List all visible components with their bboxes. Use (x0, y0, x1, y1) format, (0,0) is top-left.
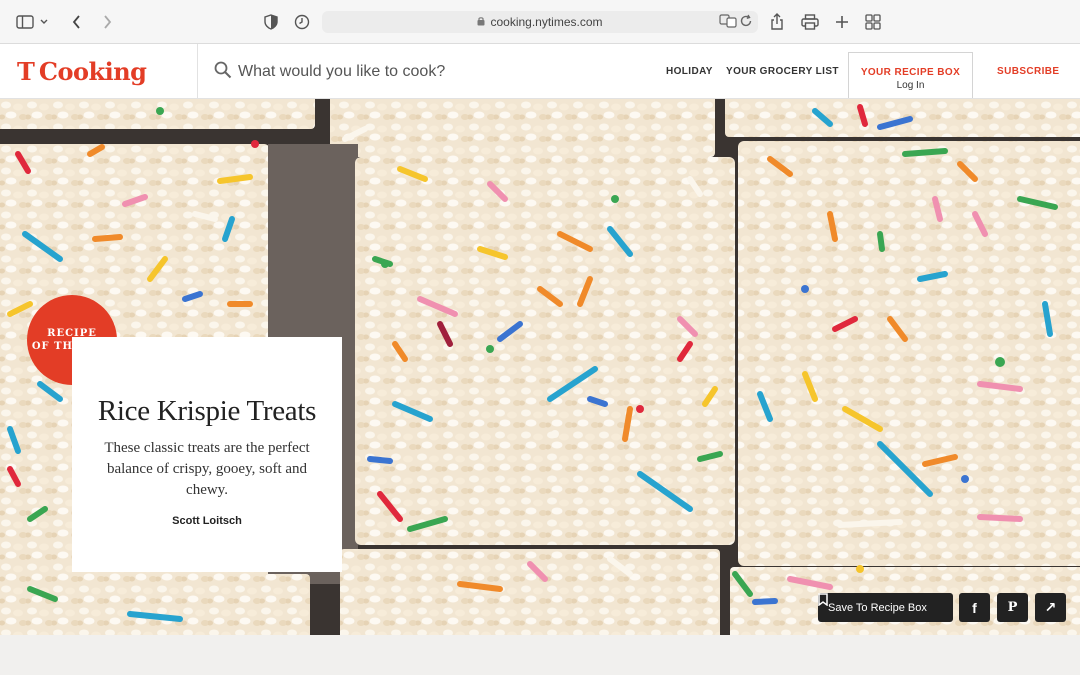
search-placeholder: What would you like to cook? (238, 63, 446, 80)
header-divider (197, 44, 198, 99)
lock-icon (477, 15, 485, 29)
back-icon[interactable] (66, 11, 88, 33)
recipe-card[interactable]: Rice Krispie Treats These classic treats… (72, 337, 342, 572)
recipe-box-label: YOUR RECIPE BOX (860, 67, 961, 78)
history-icon[interactable] (291, 11, 313, 33)
nyt-cooking-logo[interactable]: T Cooking (17, 56, 147, 86)
hero-image[interactable]: RECIPE OF THE DAY Rice Krispie Treats Th… (0, 99, 1080, 635)
shield-icon[interactable] (260, 11, 282, 33)
cooking-wordmark: Cooking (38, 56, 147, 86)
search-icon (214, 61, 232, 84)
facebook-icon: f (972, 599, 977, 616)
facebook-share-button[interactable]: f (959, 593, 990, 622)
recipe-author[interactable]: Scott Loitsch (94, 515, 320, 527)
address-bar[interactable]: cooking.nytimes.com (322, 11, 758, 33)
new-tab-icon[interactable] (831, 11, 853, 33)
share-button[interactable]: ↗ (1035, 593, 1066, 622)
site-header: T Cooking What would you like to cook? H… (0, 44, 1080, 99)
pinterest-icon: P (1007, 600, 1018, 615)
below-hero-area (0, 635, 1080, 675)
pinterest-share-button[interactable]: P (997, 593, 1028, 622)
save-to-recipe-box-button[interactable]: Save To Recipe Box (818, 593, 953, 622)
search-input[interactable]: What would you like to cook? (214, 58, 594, 86)
share-icon[interactable] (766, 11, 788, 33)
forward-icon[interactable] (96, 11, 118, 33)
save-label: Save To Recipe Box (828, 601, 927, 614)
recipe-description: These classic treats are the perfect bal… (104, 440, 310, 498)
nyt-t-logo: T (17, 56, 35, 86)
url-text: cooking.nytimes.com (490, 15, 603, 29)
tab-overview-icon[interactable] (862, 11, 884, 33)
login-link[interactable]: Log In (849, 80, 972, 91)
reload-icon[interactable] (737, 12, 755, 30)
print-icon[interactable] (799, 11, 821, 33)
recipe-title[interactable]: Rice Krispie Treats (94, 395, 320, 428)
browser-toolbar: cooking.nytimes.com (0, 0, 1080, 44)
recipe-box-button[interactable]: YOUR RECIPE BOX Log In (848, 52, 973, 98)
chevron-down-icon[interactable] (37, 11, 51, 33)
translate-icon[interactable] (719, 12, 737, 30)
subscribe-link[interactable]: SUBSCRIBE (997, 66, 1060, 77)
share-arrow-icon: ↗ (1044, 599, 1057, 615)
nav-grocery-list[interactable]: YOUR GROCERY LIST (726, 66, 839, 77)
nav-holiday[interactable]: HOLIDAY (666, 66, 713, 77)
sidebar-icon[interactable] (14, 11, 36, 33)
